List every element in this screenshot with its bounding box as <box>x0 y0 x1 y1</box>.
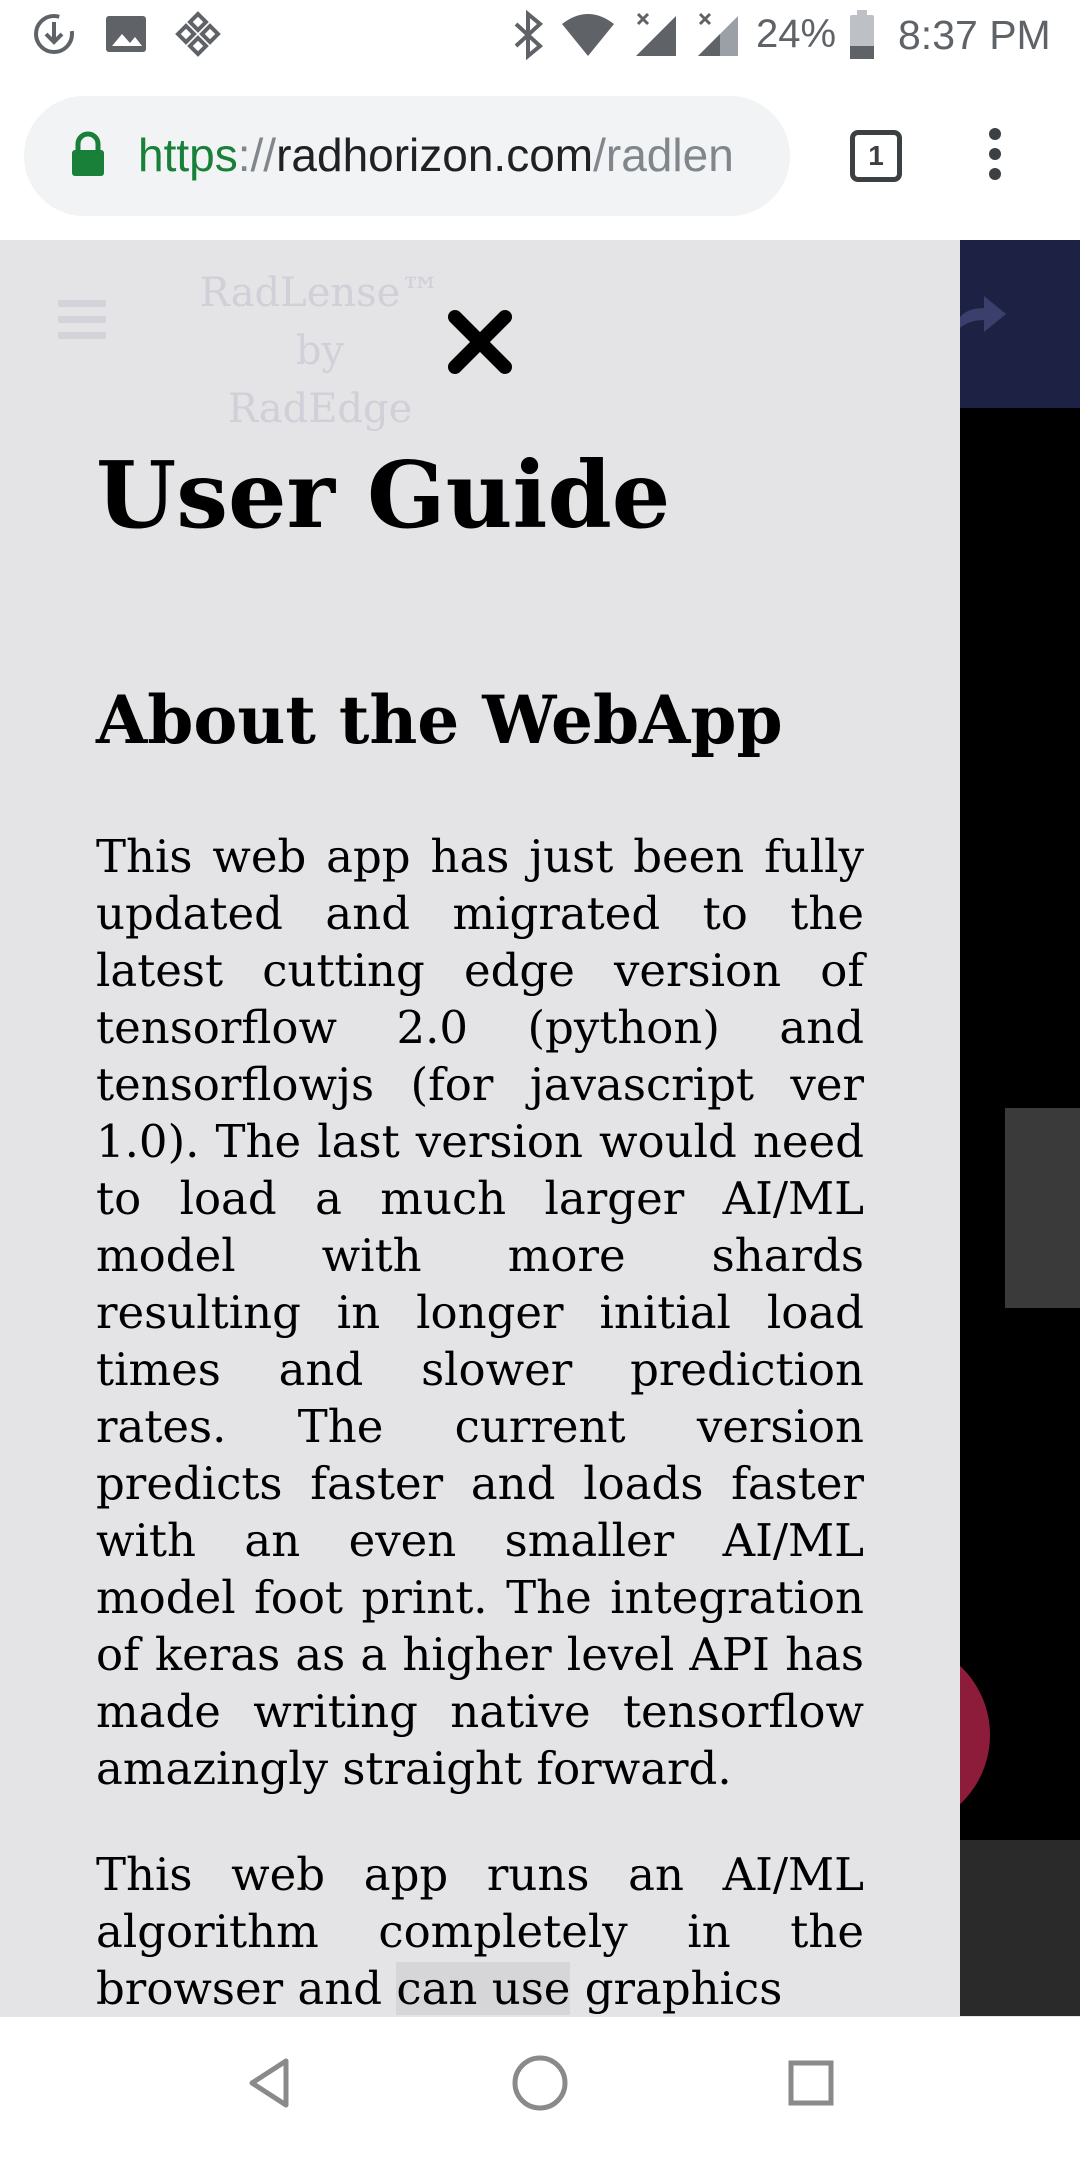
signal-icon <box>694 10 742 62</box>
clock: 8:37 PM <box>898 12 1051 58</box>
brand-line-2: RadEdge <box>227 386 413 432</box>
url-bar[interactable]: https://radhorizon.com/radlen <box>24 96 790 216</box>
hamburger-menu-icon <box>58 300 106 348</box>
guide-paragraph-2: This web app runs an AI/ML algorithm com… <box>96 1846 864 2016</box>
guide-paragraph-1: This web app has just been fully updated… <box>96 830 864 1795</box>
close-button[interactable] <box>440 304 520 384</box>
bluetooth-icon <box>508 9 548 64</box>
system-nav-bar <box>0 2016 1080 2161</box>
page-title: User Guide <box>96 441 671 549</box>
app-icon <box>174 10 222 62</box>
battery-percent: 24% <box>756 12 837 56</box>
web-content: RadLense™ by RadEdge User Guide About th… <box>0 240 1080 2016</box>
battery-icon <box>848 10 876 64</box>
url-separator: :// <box>237 129 277 181</box>
wifi-icon <box>560 10 616 62</box>
lock-icon <box>70 130 106 182</box>
url-path: /radlen <box>593 129 734 181</box>
image-icon <box>104 10 148 62</box>
brand-line-1: RadLense™ by <box>199 270 441 374</box>
background-panel <box>1005 1108 1080 1308</box>
site-brand: RadLense™ by RadEdge <box>190 264 450 438</box>
recents-icon[interactable] <box>786 2053 836 2117</box>
home-icon[interactable] <box>510 2053 570 2117</box>
url-host: radhorizon.com <box>276 129 594 181</box>
overflow-menu-button[interactable] <box>980 128 1010 188</box>
back-icon[interactable] <box>244 2053 294 2117</box>
signal-icon <box>632 10 680 62</box>
close-icon <box>445 307 515 381</box>
download-icon <box>30 10 78 62</box>
paragraph-2-text-end: graphics <box>570 1962 783 2015</box>
tab-count: 1 <box>868 140 884 171</box>
browser-toolbar: https://radhorizon.com/radlen 1 <box>0 72 1080 240</box>
paragraph-2-highlight: can use <box>396 1962 571 2015</box>
url-text[interactable]: https://radhorizon.com/radlen <box>138 126 778 184</box>
tab-switcher-button[interactable]: 1 <box>850 130 902 182</box>
user-guide-panel: RadLense™ by RadEdge User Guide About th… <box>0 240 960 2016</box>
url-scheme: https <box>138 129 238 181</box>
section-title: About the WebApp <box>96 681 783 759</box>
status-bar: 24% 8:37 PM <box>0 0 1080 72</box>
